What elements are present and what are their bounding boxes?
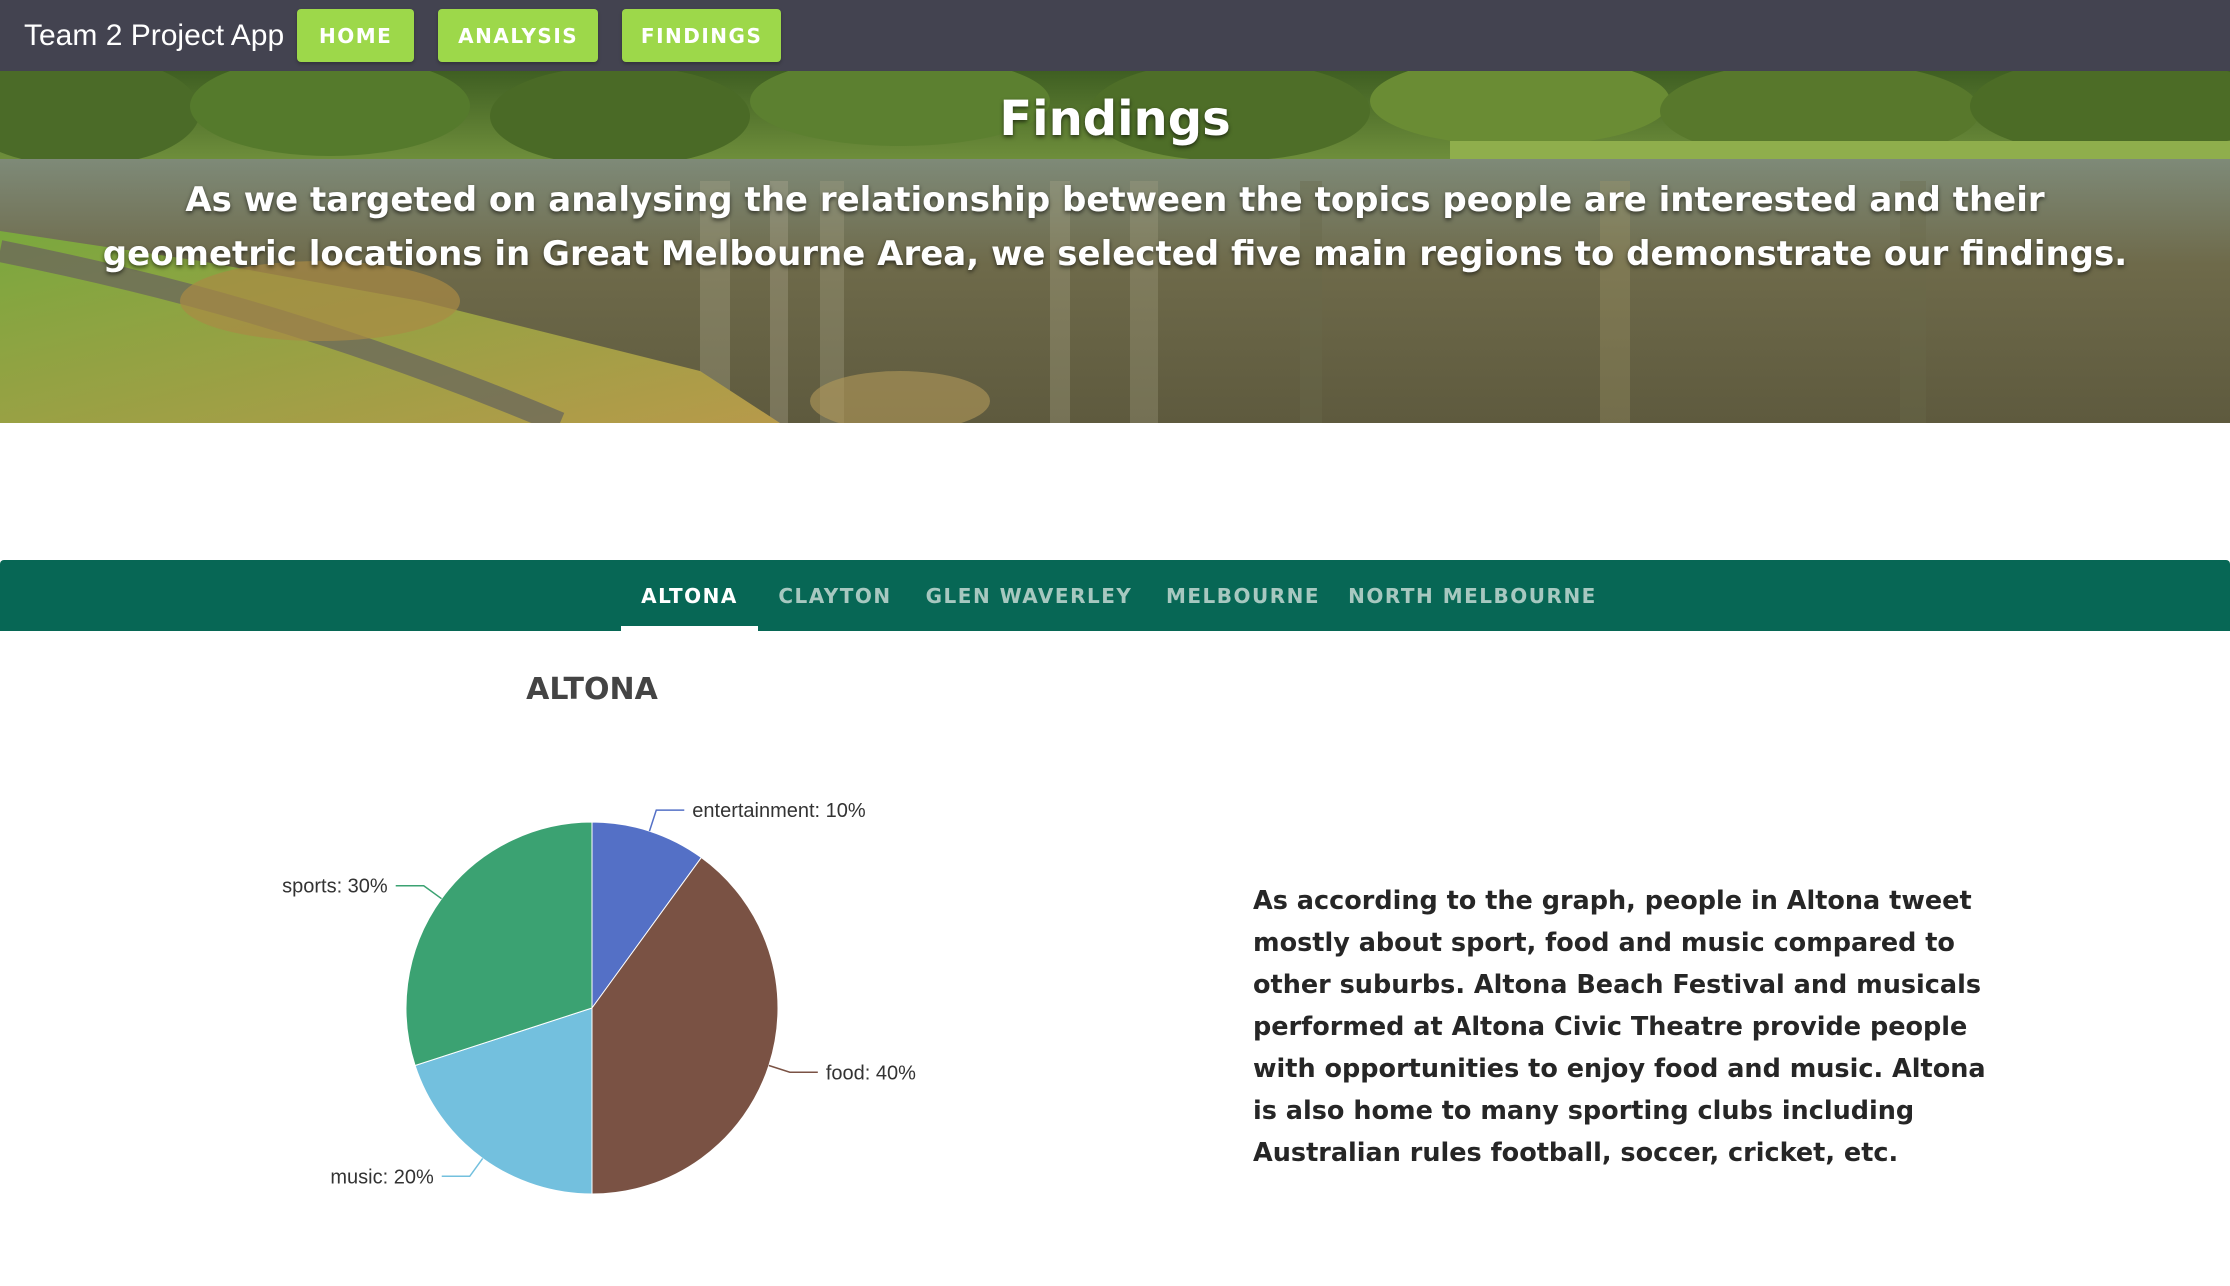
tab-clayton[interactable]: CLAYTON xyxy=(758,560,912,631)
tab-melbourne[interactable]: MELBOURNE xyxy=(1146,560,1340,631)
active-tab-indicator xyxy=(621,626,758,631)
analysis-button[interactable]: ANALYSIS xyxy=(438,9,599,62)
pie-label-music: music: 20% xyxy=(330,1166,434,1188)
pie-label-line-music xyxy=(441,1158,484,1178)
page-title: Findings xyxy=(999,91,1231,147)
pie-label-food: food: 40% xyxy=(826,1062,916,1084)
region-tabs: ALTONA CLAYTON GLEN WAVERLEY MELBOURNE N… xyxy=(0,560,2230,631)
tab-glen-waverley[interactable]: GLEN WAVERLEY xyxy=(912,560,1146,631)
findings-description: As according to the graph, people in Alt… xyxy=(1253,886,1986,1168)
hero-description: As we targeted on analysing the relation… xyxy=(102,180,2128,274)
pie-label-sports: sports: 30% xyxy=(282,876,388,898)
home-button[interactable]: HOME xyxy=(297,9,415,62)
app-brand[interactable]: Team 2 Project App xyxy=(24,19,284,53)
tab-altona[interactable]: ALTONA xyxy=(621,560,758,631)
hero-banner: Findings As we targeted on analysing the… xyxy=(0,71,2230,423)
findings-button[interactable]: FINDINGS xyxy=(622,9,782,62)
pie-label-line-food xyxy=(768,1064,818,1074)
pie-label-entertainment: entertainment: 10% xyxy=(692,800,866,822)
top-navbar: Team 2 Project App HOME ANALYSIS FINDING… xyxy=(0,0,2230,71)
pie-label-line-entertainment xyxy=(648,809,685,832)
topic-pie-chart: entertainment: 10% food: 40% music: 20% spo… xyxy=(282,800,916,1195)
tab-north-melbourne[interactable]: NORTH MELBOURNE xyxy=(1340,560,1605,631)
pie-label-line-sports xyxy=(395,884,442,900)
